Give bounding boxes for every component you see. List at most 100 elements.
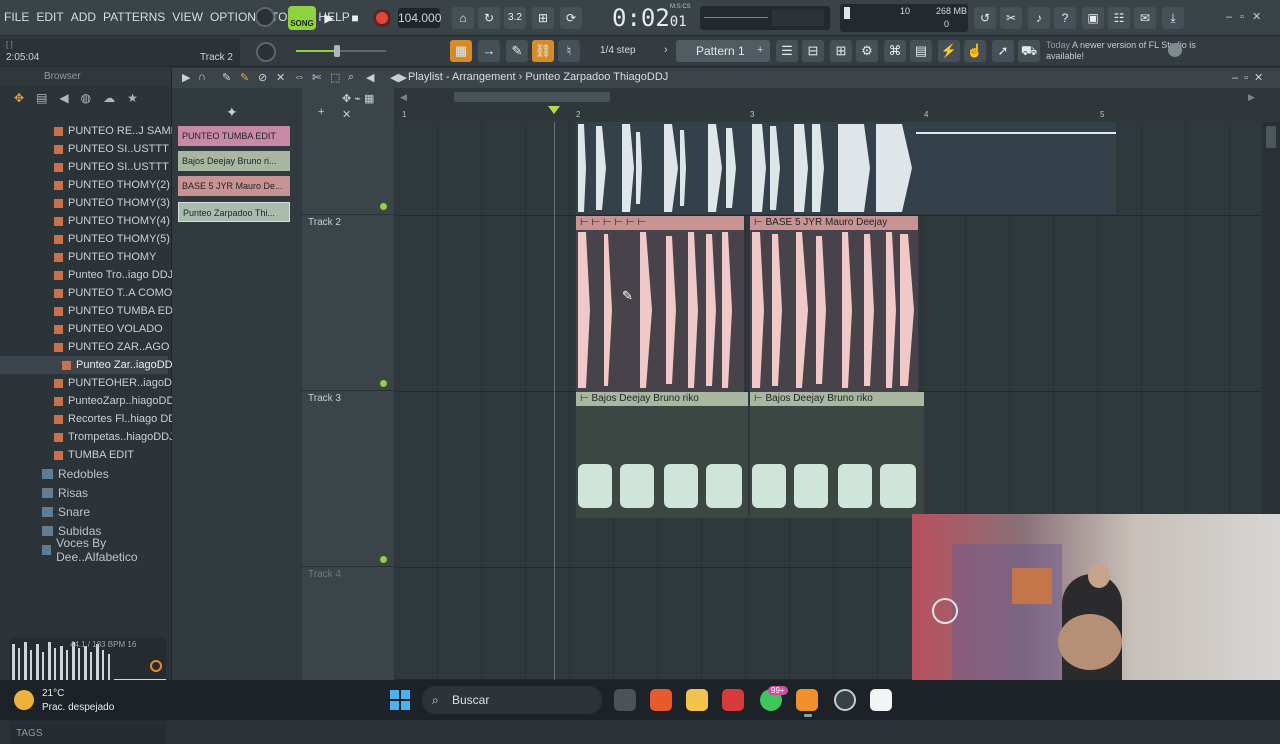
app-red-icon[interactable] [722, 689, 744, 711]
playlist-nav-icon[interactable]: ◀▶ [390, 71, 407, 84]
pattern-add-icon[interactable]: + [757, 44, 763, 56]
picker-tool-icon[interactable]: ✦ [226, 104, 238, 121]
delete-tool-icon[interactable]: ⊘ [258, 71, 267, 84]
brave-icon[interactable] [650, 689, 672, 711]
browser-item[interactable]: Punteo Tro..iago DDJ) [0, 266, 177, 284]
select-tool-icon[interactable]: ⬚ [330, 71, 340, 84]
file-explorer-icon[interactable] [686, 689, 708, 711]
clip-bajos-a[interactable]: ⊢ Bajos Deejay Bruno riko [576, 392, 748, 518]
menu-view[interactable]: VIEW [172, 10, 203, 24]
browser-item[interactable]: PUNTEO ZAR..AGO DDJ [0, 338, 194, 356]
start-icon[interactable] [390, 690, 410, 710]
pattern-selector[interactable]: Pattern 1 [676, 40, 770, 62]
pitch-knob[interactable] [256, 42, 276, 62]
pattern-song-toggle[interactable]: SONG [288, 6, 316, 30]
playlist-toolbar-icons[interactable]: ✥ ⌁ ▦ [342, 92, 374, 105]
slice-tool-icon[interactable]: ✄ [312, 71, 321, 84]
tags-bar[interactable]: TAGS [10, 724, 166, 744]
track-label-4[interactable]: Track 4 [308, 569, 341, 580]
browser-item[interactable]: PUNTEO THOMY(3) [0, 194, 170, 212]
file-icon[interactable]: ▤ [910, 40, 932, 62]
track-3-led[interactable] [380, 556, 387, 563]
clip-base5-a[interactable]: ⊢ ⊢ ⊢ ⊢ ⊢ ⊢ [576, 216, 744, 392]
link-icon[interactable]: ⛓ [532, 40, 554, 62]
browser-item[interactable]: PUNTEO THOMY(2) [0, 176, 170, 194]
browser-speaker-icon[interactable]: ◀ [59, 91, 68, 105]
browser-item[interactable]: Punteo Zar..iagoDDJ [0, 356, 178, 374]
picker-item-2[interactable]: BASE 5 JYR Mauro De... [178, 176, 290, 196]
browser-item[interactable]: PUNTEO TUMBA EDIT [0, 302, 183, 320]
browser-globe-icon[interactable]: ◍ [81, 91, 91, 105]
pencil-tool-icon[interactable]: ✎ [506, 40, 528, 62]
cart-icon[interactable]: ⛟ [1018, 40, 1040, 62]
close-track-icon[interactable]: ✕ [342, 108, 351, 121]
taskbar-search[interactable]: ⌕ Buscar [422, 686, 602, 714]
browser-star-icon[interactable]: ★ [127, 91, 138, 105]
clip-bajos-b[interactable]: ⊢ Bajos Deejay Bruno riko [750, 392, 924, 518]
timeline-ruler[interactable]: ◀ ▶ 1 2 3 4 5 [394, 88, 1280, 122]
bell-icon[interactable]: ♮ [558, 40, 580, 62]
paint-tool-icon[interactable]: ✎ [240, 71, 249, 84]
track-label-2[interactable]: Track 2 [308, 217, 341, 228]
mixer-view-icon[interactable]: ⊞ [830, 40, 852, 62]
magnet-icon[interactable]: ∩ [198, 71, 206, 83]
horizontal-scrollbar[interactable] [454, 92, 610, 102]
snap-step-selector[interactable]: 1/4 step [600, 42, 660, 60]
add-track-icon[interactable]: + [318, 106, 324, 118]
mute-tool-icon[interactable]: ✕ [276, 71, 285, 84]
plug-icon[interactable]: ⚡ [938, 40, 960, 62]
picker-item-0[interactable]: PUNTEO TUMBA EDIT [178, 126, 290, 146]
picker-item-1[interactable]: Bajos Deejay Bruno ri... [178, 151, 290, 171]
undo-icon[interactable]: ↺ [974, 7, 996, 29]
track-1-led[interactable] [380, 203, 387, 210]
browser-item[interactable]: PUNTEOHER..iagoDDJ [0, 374, 185, 392]
browser-item[interactable]: Recortes Fl..hiago DDJ [0, 410, 182, 428]
browser-file-icon[interactable]: ▤ [36, 91, 47, 105]
playlist-icon[interactable]: ☰ [776, 40, 798, 62]
slip-tool-icon[interactable]: ⇔ [294, 71, 305, 83]
browser-item[interactable]: PunteoZarp..hiagoDDJ [0, 392, 180, 410]
news-settings-icon[interactable] [1168, 43, 1182, 57]
mic-icon[interactable]: ♪ [1028, 7, 1050, 29]
window-controls[interactable]: –▫✕ [1226, 10, 1269, 23]
channel-rack-icon[interactable]: ⊟ [802, 40, 824, 62]
track-2-led[interactable] [380, 380, 387, 387]
browser-item[interactable]: PUNTEO SI..USTTT RMX [0, 158, 196, 176]
fl-studio-icon[interactable] [796, 689, 818, 711]
tempo-display[interactable]: 104.000 [398, 8, 441, 28]
picker-item-3[interactable]: Punteo Zarpadoo Thi... [178, 202, 290, 222]
zoom-tool-icon[interactable]: ⌕ [348, 71, 354, 84]
share-icon[interactable]: ➚ [992, 40, 1014, 62]
clip-punteo-track1[interactable] [576, 122, 1116, 214]
browser-item[interactable]: TUMBA EDIT [0, 446, 168, 464]
draw-tool-icon[interactable]: ✎ [222, 71, 231, 84]
mixer-icon[interactable]: ☷ [1108, 7, 1130, 29]
scroll-right-icon[interactable]: ▶ [1248, 92, 1255, 103]
chat-icon[interactable]: ✉ [1134, 7, 1156, 29]
browser-folder[interactable]: Risas [0, 483, 168, 502]
step-edit-icon[interactable]: ⊞ [532, 7, 554, 29]
browser-cloud-icon[interactable]: ☁ [103, 91, 115, 105]
plugin-icon[interactable]: ⚙ [856, 40, 878, 62]
loop-record-icon[interactable]: ⟳ [560, 7, 582, 29]
pattern-prev-icon[interactable]: › [664, 44, 668, 56]
obs-icon[interactable] [834, 689, 856, 711]
menu-patterns[interactable]: PATTERNS [103, 10, 165, 24]
browser-item[interactable]: PUNTEO T..A COMO YO [0, 284, 191, 302]
play-icon[interactable]: ▶ [318, 7, 340, 29]
countdown-icon[interactable]: 3.2 [504, 7, 526, 29]
playlist-arrow-icon[interactable]: ▶ [182, 71, 190, 84]
browser-folder[interactable]: Snare [0, 502, 168, 521]
clip-base5-b[interactable]: ⊢ BASE 5 JYR Mauro Deejay [750, 216, 918, 392]
browser-all-icon[interactable]: ✥ [14, 91, 24, 105]
save-icon[interactable]: ▣ [1082, 7, 1104, 29]
metronome-icon[interactable]: ⌂ [452, 7, 474, 29]
arrow-tool-icon[interactable]: → [478, 40, 500, 62]
piano-roll-icon[interactable]: ▦ [450, 40, 472, 62]
playback-tool-icon[interactable]: ◀ [366, 71, 374, 84]
browser-item[interactable]: Trompetas..hiagoDDJ) [0, 428, 178, 446]
browser-item[interactable]: PUNTEO VOLADO [0, 320, 168, 338]
record-button[interactable] [373, 9, 391, 27]
discord-icon[interactable] [870, 689, 892, 711]
menu-add[interactable]: ADD [71, 10, 96, 24]
